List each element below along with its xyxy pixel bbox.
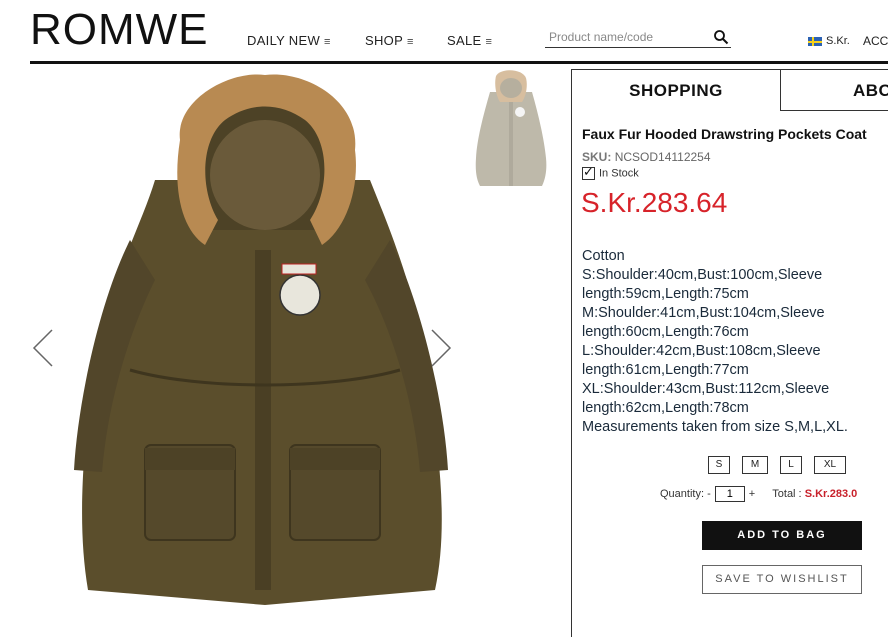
nav-sale-label: SALE — [447, 33, 482, 48]
size-option-xl[interactable]: XL — [814, 456, 846, 474]
tab-about[interactable]: ABO — [781, 69, 888, 111]
tab-shopping[interactable]: SHOPPING — [571, 69, 781, 111]
nav-shop-label: SHOP — [365, 33, 404, 48]
stock-label: In Stock — [599, 167, 639, 180]
header-divider — [30, 61, 888, 64]
product-price: S.Kr.283.64 — [581, 187, 728, 218]
stock-status: In Stock — [582, 164, 639, 180]
chevron-right-icon[interactable] — [430, 328, 452, 368]
menu-lines-icon: ≡ — [324, 36, 331, 48]
quantity-label: Quantity: — [660, 487, 705, 500]
desc-line: Cotton — [582, 248, 625, 264]
product-thumbnail[interactable] — [472, 68, 550, 188]
total-label: Total : — [772, 487, 802, 500]
product-main-image — [74, 74, 448, 605]
nav-daily-new[interactable]: DAILY NEW ≡ — [247, 33, 331, 48]
desc-line: Measurements taken from size S,M,L,XL. — [582, 419, 848, 435]
add-to-bag-button[interactable]: ADD TO BAG — [702, 521, 862, 550]
romwe-logo[interactable]: ROMWE — [30, 8, 209, 52]
quantity-input[interactable] — [714, 486, 745, 502]
desc-line: XL:Shoulder:43cm,Bust:112cm,Sleeve — [582, 381, 830, 397]
size-option-s[interactable]: S — [708, 456, 730, 474]
search-bar — [545, 28, 731, 48]
desc-line: S:Shoulder:40cm,Bust:100cm,Sleeve — [582, 267, 823, 283]
desc-line: length:62cm,Length:78cm — [582, 400, 749, 416]
sweden-flag-icon[interactable] — [808, 37, 822, 46]
quantity-plus-button[interactable]: + — [749, 488, 755, 500]
product-sku: SKU: NCSOD14112254 — [582, 150, 711, 164]
product-title: Faux Fur Hooded Drawstring Pockets Coat — [582, 126, 867, 142]
total-value: S.Kr.283.0 — [804, 487, 858, 500]
sku-value: NCSOD14112254 — [614, 150, 711, 164]
nav-shop[interactable]: SHOP ≡ — [365, 33, 414, 48]
nav-daily-new-label: DAILY NEW — [247, 33, 321, 48]
search-input[interactable] — [545, 28, 705, 46]
desc-line: length:61cm,Length:77cm — [582, 362, 749, 378]
desc-line: L:Shoulder:42cm,Bust:108cm,Sleeve — [582, 343, 821, 359]
chevron-left-icon[interactable] — [32, 328, 54, 368]
currency-selector[interactable]: S.Kr. — [826, 35, 850, 47]
size-selector: S M L XL — [708, 454, 858, 474]
account-link[interactable]: ACC — [863, 34, 888, 48]
menu-lines-icon: ≡ — [407, 36, 414, 48]
desc-line: length:60cm,Length:76cm — [582, 324, 749, 340]
quantity-minus-button[interactable]: - — [707, 488, 711, 500]
panel-divider — [571, 111, 572, 637]
checkmark-icon — [582, 164, 595, 180]
desc-line: M:Shoulder:41cm,Bust:104cm,Sleeve — [582, 305, 825, 321]
nav-sale[interactable]: SALE ≡ — [447, 33, 492, 48]
desc-line: length:59cm,Length:75cm — [582, 286, 749, 302]
product-description: Cotton S:Shoulder:40cm,Bust:100cm,Sleeve… — [582, 247, 882, 437]
size-option-l[interactable]: L — [780, 456, 802, 474]
menu-lines-icon: ≡ — [485, 36, 493, 48]
save-to-wishlist-button[interactable]: SAVE TO WISHLIST — [702, 565, 862, 594]
size-option-m[interactable]: M — [742, 456, 768, 474]
sku-label: SKU: — [582, 150, 612, 164]
quantity-row: Quantity: - + Total : S.Kr.283.0 — [660, 486, 857, 502]
product-tabs: SHOPPING ABO — [571, 69, 888, 111]
search-icon[interactable] — [713, 29, 729, 45]
